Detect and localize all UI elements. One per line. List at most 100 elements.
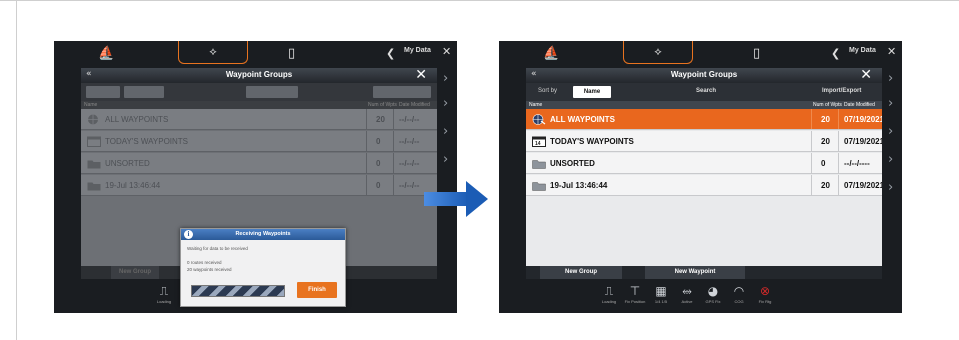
waypoint-tab[interactable]: ⟡: [623, 41, 693, 64]
table-row[interactable]: ALL WAYPOINTS 20 07/19/2021: [526, 109, 882, 130]
status-waiting: Waiting for data to be received: [187, 246, 248, 251]
dialog-header: i Receiving Waypoints: [181, 229, 345, 240]
col-count: Num of Wpts: [813, 102, 842, 108]
dock-item-fix-position[interactable]: ⊤ Fix Position: [623, 283, 647, 304]
col-name: Name: [84, 102, 98, 108]
name-sort-button[interactable]: [124, 86, 164, 98]
globe-icon: [532, 114, 546, 125]
side-chevron-icon[interactable]: ›: [888, 96, 893, 111]
column-header-row: Name Num of Wpts Date Modified: [526, 101, 882, 109]
column-divider: [811, 109, 812, 129]
table-row[interactable]: 19-Jul 13:46:44 20 07/19/2021: [526, 175, 882, 196]
left-display-screen: ⛵ ⟡ ▯ ❮ My Data ✕ › › › › « Waypoint Gro…: [54, 41, 457, 313]
side-chevron-icon[interactable]: ›: [443, 71, 448, 86]
dock-item-cog[interactable]: ◠ COG: [727, 283, 751, 304]
dock-label: COG: [734, 299, 744, 304]
svg-text:14: 14: [535, 141, 541, 147]
fuel-icon[interactable]: ▯: [288, 46, 295, 61]
close-icon[interactable]: ✕: [415, 68, 427, 83]
back-icon[interactable]: ❮: [386, 47, 395, 60]
new-group-button[interactable]: New Group: [540, 266, 622, 279]
loading-icon: ⎍: [159, 284, 169, 298]
side-chevron-icon[interactable]: ›: [443, 124, 448, 139]
side-chevron-icon[interactable]: ›: [443, 152, 448, 167]
date-modified: --/--/--: [399, 115, 420, 124]
sort-by-button[interactable]: [86, 86, 120, 98]
dock-label: GPS Fix: [705, 299, 721, 304]
name-sort-button[interactable]: Name: [573, 86, 611, 98]
waypoint-tab[interactable]: ⟡: [178, 41, 248, 64]
dock-label: Fix Rtg: [758, 299, 772, 304]
right-display-screen: ⛵ ⟡ ▯ ❮ My Data ✕ › › › › › « Waypoint G…: [499, 41, 902, 313]
waypoint-count: 20: [821, 137, 830, 146]
dock-item-loading[interactable]: ⎍ Loading: [597, 283, 621, 304]
waypoint-count: 0: [376, 181, 381, 190]
table-row[interactable]: TODAY'S WAYPOINTS 0 --/--/--: [81, 131, 437, 152]
col-date: Date Modified: [399, 102, 430, 108]
new-group-button[interactable]: New Group: [111, 266, 159, 279]
side-chevron-icon[interactable]: ›: [888, 180, 893, 195]
import-export-button[interactable]: [373, 86, 431, 98]
sort-search-bar: [81, 83, 437, 101]
panel-title: Waypoint Groups: [670, 70, 738, 79]
calendar-icon: [87, 136, 101, 147]
date-modified: --/--/--: [399, 159, 420, 168]
dock-item-gps-fix[interactable]: ◕ GPS Fix: [701, 283, 725, 304]
table-row[interactable]: UNSORTED 0 --/--/----: [526, 153, 882, 174]
waypoint-count: 0: [376, 159, 381, 168]
my-data-link[interactable]: My Data: [849, 47, 876, 54]
new-waypoint-button[interactable]: New Waypoint: [645, 266, 745, 279]
side-chevron-icon[interactable]: ›: [443, 96, 448, 111]
column-divider: [366, 175, 367, 195]
table-row[interactable]: 19-Jul 13:46:44 0 --/--/--: [81, 175, 437, 196]
date-modified: 07/19/2021: [844, 137, 882, 146]
dock-label: Loading: [601, 299, 617, 304]
side-chevron-icon[interactable]: ›: [888, 124, 893, 139]
table-row[interactable]: ALL WAYPOINTS 20 --/--/--: [81, 109, 437, 130]
dinghy-icon[interactable]: ⛵: [98, 46, 114, 61]
dinghy-icon[interactable]: ⛵: [543, 46, 559, 61]
dock-label: Active: [681, 299, 693, 304]
search-button[interactable]: [246, 86, 298, 98]
column-divider: [811, 131, 812, 151]
grid-icon: ▦: [655, 284, 667, 298]
column-divider: [838, 175, 839, 195]
date-modified: --/--/----: [844, 159, 870, 168]
progress-bar: [191, 285, 285, 297]
table-row[interactable]: UNSORTED 0 --/--/--: [81, 153, 437, 174]
dock-item-active[interactable]: ⥈ Active: [675, 283, 699, 304]
sort-search-bar: Sort by Name Search Import/Export: [526, 83, 882, 101]
loading-icon: ⎍: [604, 284, 614, 298]
folder-icon: [532, 182, 546, 191]
calendar-icon: 14: [532, 136, 546, 147]
image-top-border: [0, 0, 959, 1]
dock-item-fix-rtg[interactable]: ⊗ Fix Rtg: [753, 283, 777, 304]
close-icon[interactable]: ✕: [442, 45, 451, 58]
col-name: Name: [529, 102, 543, 108]
side-chevron-icon[interactable]: ›: [888, 152, 893, 167]
date-modified: 07/19/2021: [844, 181, 882, 190]
dock-item-scale[interactable]: ▦ 1/4 1/5: [649, 283, 673, 304]
column-divider: [393, 153, 394, 173]
close-icon[interactable]: ✕: [860, 68, 872, 83]
dock-label: Loading: [156, 299, 172, 304]
close-icon[interactable]: ✕: [887, 45, 896, 58]
dock-label: 1/4 1/5: [654, 299, 668, 304]
column-divider: [811, 153, 812, 173]
side-chevron-icon[interactable]: ›: [888, 71, 893, 86]
fuel-icon[interactable]: ▯: [753, 46, 760, 61]
import-export-button[interactable]: Import/Export: [822, 88, 861, 94]
group-name: 19-Jul 13:46:44: [105, 181, 161, 190]
group-name: UNSORTED: [550, 159, 595, 168]
search-button[interactable]: Search: [696, 88, 716, 94]
table-row[interactable]: 14 TODAY'S WAYPOINTS 20 07/19/2021: [526, 131, 882, 152]
my-data-link[interactable]: My Data: [404, 47, 431, 54]
date-modified: --/--/--: [399, 181, 420, 190]
back-icon[interactable]: ❮: [831, 47, 840, 60]
finish-button[interactable]: Finish: [297, 282, 337, 298]
dock-item-loading[interactable]: ⎍ Loading: [152, 283, 176, 304]
dock-label: Fix Position: [624, 299, 646, 304]
waypoint-count: 0: [821, 159, 826, 168]
top-navigation-bar: ⛵ ⟡ ▯ ❮ My Data ✕: [499, 41, 902, 68]
column-divider: [366, 153, 367, 173]
